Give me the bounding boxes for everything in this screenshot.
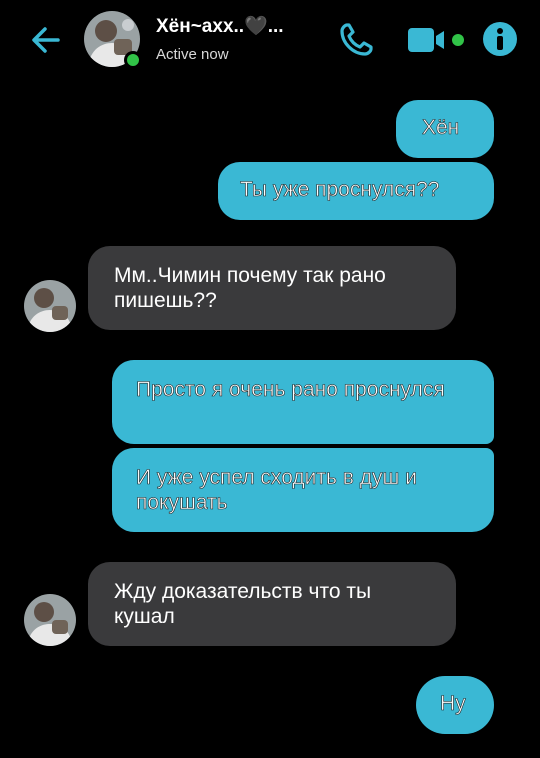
phone-icon <box>340 23 373 56</box>
message-text: Хён <box>422 116 460 140</box>
message-bubble-received[interactable]: Мм..Чимин почему так рано пишешь?? <box>88 246 456 330</box>
chat-header: Хён~axx..🖤... Active now <box>0 0 540 80</box>
back-button[interactable] <box>28 22 64 58</box>
contact-avatar-small[interactable] <box>24 594 76 646</box>
message-bubble-sent[interactable]: И уже успел сходить в душ и покушать <box>112 448 494 532</box>
contact-status: Active now <box>156 46 229 63</box>
message-text: И уже успел сходить в душ и покушать <box>136 466 418 515</box>
arrow-left-icon <box>32 27 60 53</box>
video-call-button[interactable] <box>406 24 470 56</box>
info-icon <box>483 22 517 56</box>
message-bubble-sent[interactable]: Ты уже проснулся?? <box>218 162 494 220</box>
contact-avatar-small[interactable] <box>24 280 76 332</box>
message-bubble-sent[interactable]: Просто я очень рано проснулся <box>112 360 494 444</box>
contact-avatar[interactable] <box>84 11 142 69</box>
message-bubble-sent[interactable]: Ну <box>416 676 494 734</box>
online-indicator <box>124 51 142 69</box>
info-button[interactable] <box>482 21 518 57</box>
video-camera-icon <box>408 28 464 52</box>
message-text: Ну <box>440 692 466 716</box>
message-text: Жду доказательств что ты кушал <box>114 580 372 628</box>
message-text: Мм..Чимин почему так рано пишешь?? <box>114 264 386 312</box>
message-text: Ты уже проснулся?? <box>240 178 440 202</box>
call-button[interactable] <box>336 20 376 60</box>
contact-name[interactable]: Хён~axx..🖤... <box>156 14 284 38</box>
message-bubble-sent[interactable]: Хён <box>396 100 494 158</box>
message-bubble-received[interactable]: Жду доказательств что ты кушал <box>88 562 456 646</box>
message-text: Просто я очень рано проснулся <box>136 378 445 402</box>
